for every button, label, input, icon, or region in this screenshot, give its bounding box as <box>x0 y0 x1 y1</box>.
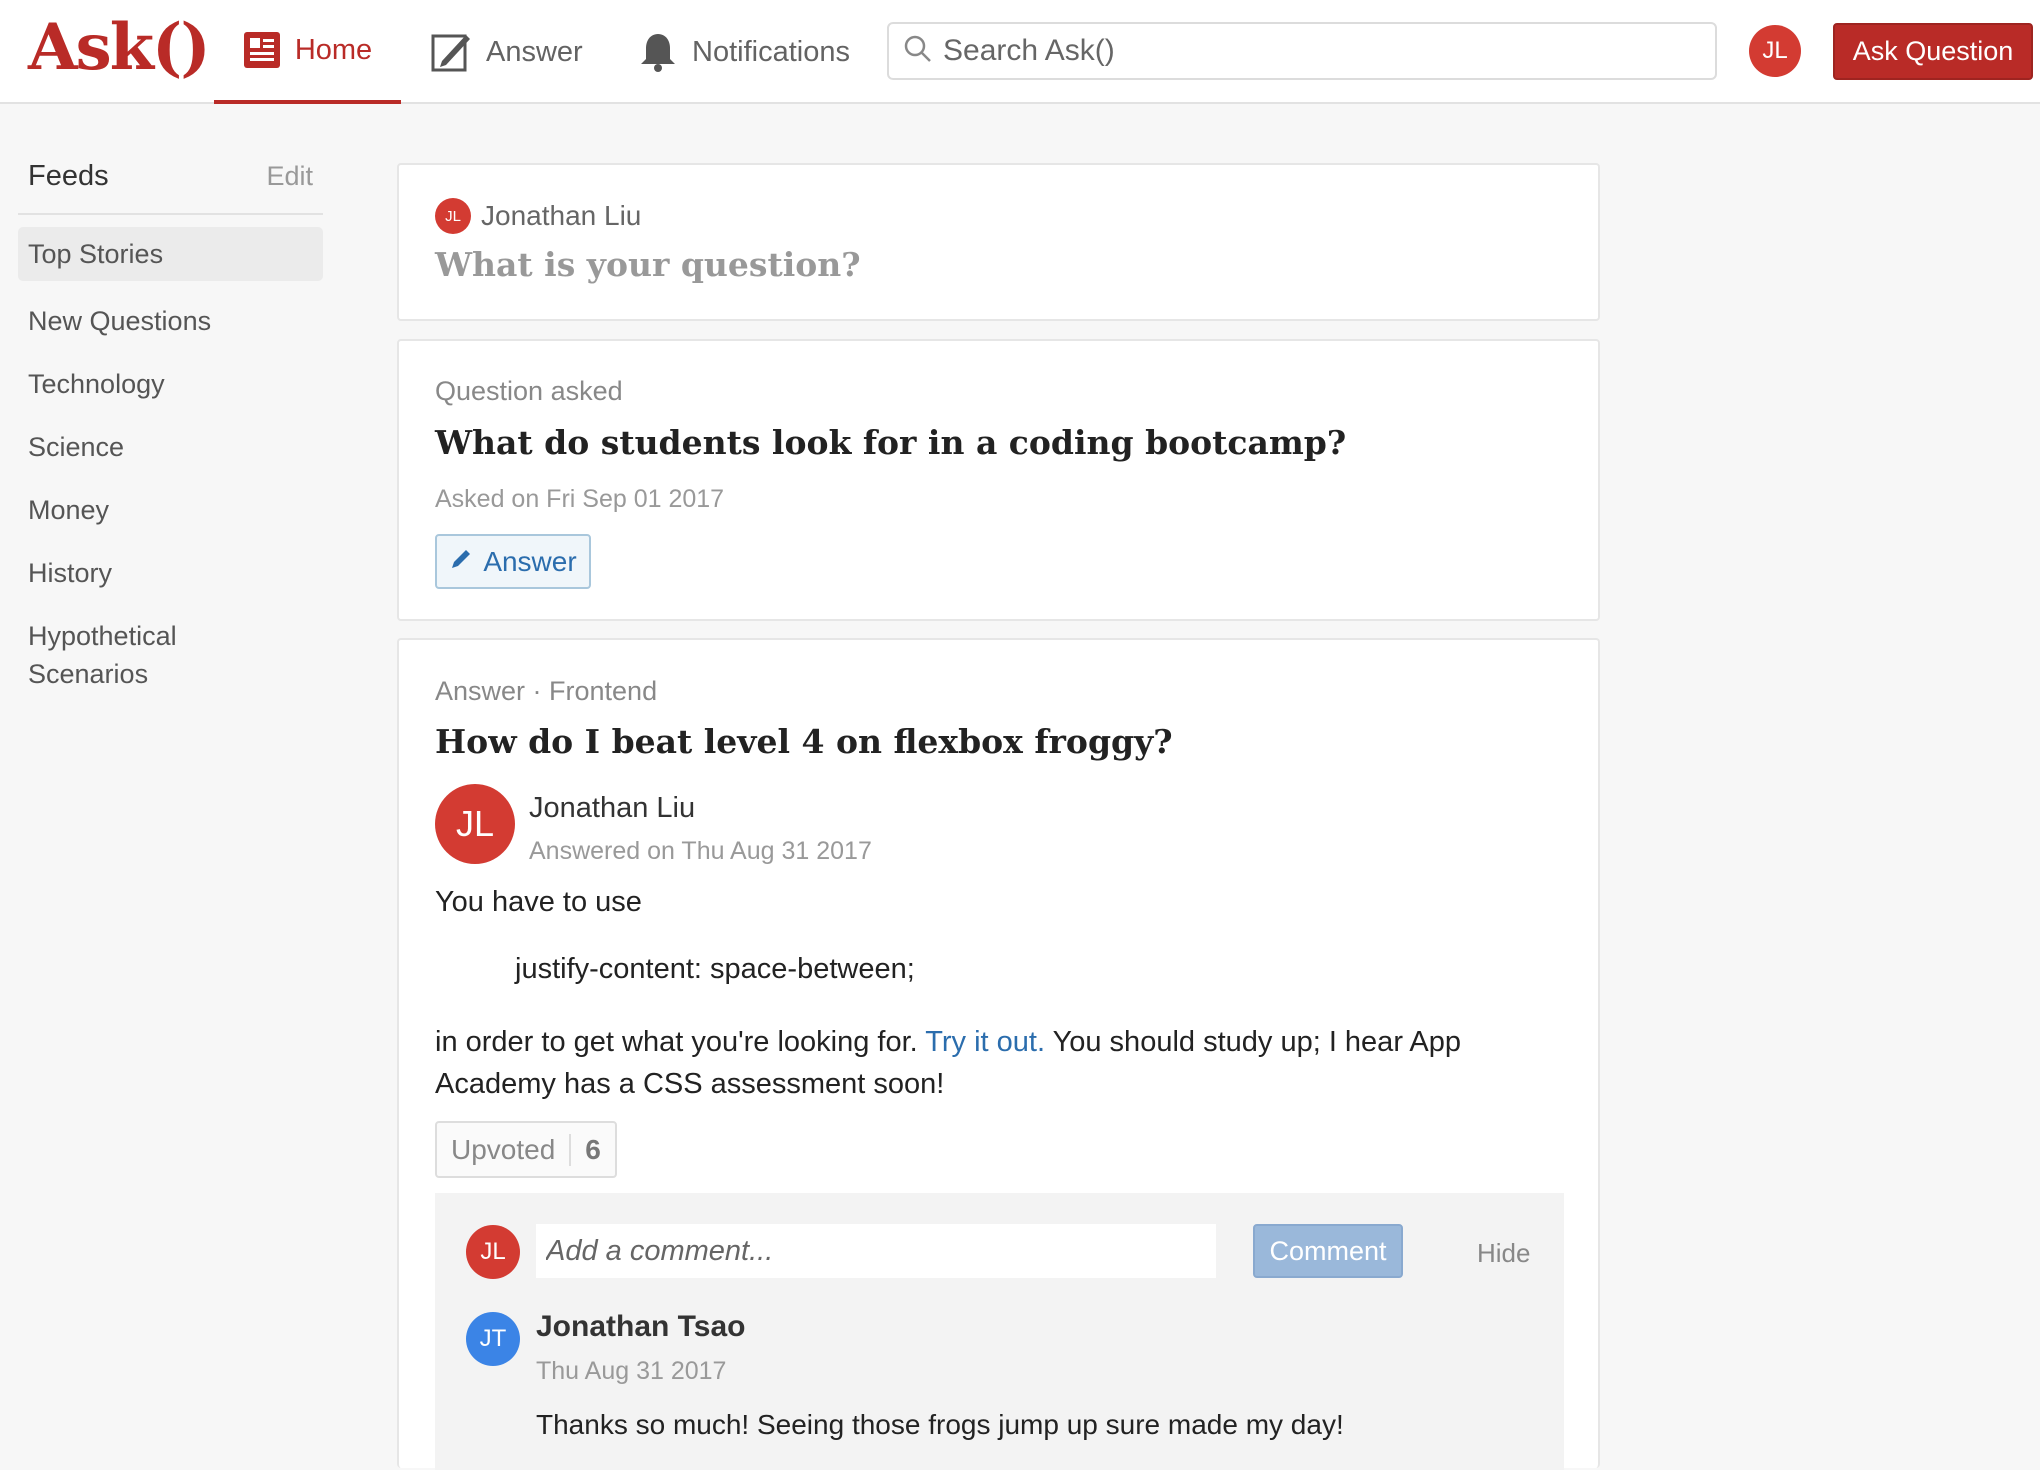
author-avatar[interactable]: JL <box>435 784 515 864</box>
answer-text-pre: in order to get what you're looking for. <box>435 1026 926 1058</box>
feed-item-hypothetical-scenarios[interactable]: Hypothetical Scenarios <box>18 617 238 693</box>
search-input[interactable] <box>943 34 1703 68</box>
feeds-sidebar: Feeds Edit Top Stories New Questions Tec… <box>18 160 323 718</box>
question-date: Asked on Fri Sep 01 2017 <box>435 485 725 513</box>
upvote-count: 6 <box>585 1133 601 1165</box>
feed-item-top-stories[interactable]: Top Stories <box>18 227 323 281</box>
feed-item-history[interactable]: History <box>18 554 323 592</box>
ask-user-name: Jonathan Liu <box>481 200 642 231</box>
comment-date: Thu Aug 31 2017 <box>536 1357 727 1385</box>
comment-author-name[interactable]: Jonathan Tsao <box>536 1310 745 1344</box>
comments-section: JL Comment Hide JT Jonathan Tsao Thu Aug… <box>435 1193 1564 1470</box>
answer-code: justify-content: space-between; <box>515 953 915 985</box>
ask-question-prompt[interactable]: What is your question? <box>435 245 861 284</box>
feed-item-science[interactable]: Science <box>18 428 323 466</box>
nav-home-label: Home <box>294 33 373 66</box>
nav-notifications[interactable]: Notifications <box>638 0 850 104</box>
comment-button[interactable]: Comment <box>1253 1224 1403 1278</box>
commenter-avatar: JL <box>466 1225 520 1279</box>
question-title[interactable]: What do students look for in a coding bo… <box>435 423 1346 462</box>
feed-item-technology[interactable]: Technology <box>18 365 323 403</box>
answer-button-label: Answer <box>483 545 577 577</box>
ask-user-avatar: JL <box>435 198 471 234</box>
answer-text-line1: You have to use <box>435 886 642 918</box>
search-box[interactable] <box>887 22 1717 80</box>
feeds-title: Feeds <box>28 160 109 192</box>
logo[interactable]: Ask() <box>28 10 211 85</box>
user-avatar[interactable]: JL <box>1749 25 1801 77</box>
author-name[interactable]: Jonathan Liu <box>529 792 872 825</box>
nav-home[interactable]: Home <box>214 0 401 104</box>
answer-text-line2: in order to get what you're looking for.… <box>435 1021 1565 1105</box>
question-label: Question asked <box>435 376 623 406</box>
edit-icon <box>430 31 472 73</box>
pencil-icon <box>449 546 473 578</box>
nav-answer[interactable]: Answer <box>430 0 583 104</box>
answer-author: JL Jonathan Liu Answered on Thu Aug 31 2… <box>435 784 872 866</box>
feeds-header: Feeds Edit <box>18 160 323 215</box>
comment-author-avatar[interactable]: JT <box>466 1312 520 1366</box>
news-icon <box>243 31 281 69</box>
nav-notifications-label: Notifications <box>692 35 850 68</box>
answer-card: Answer · Frontend How do I beat level 4 … <box>397 638 1600 1470</box>
bell-icon <box>638 31 678 73</box>
search-icon <box>903 34 933 69</box>
nav-answer-label: Answer <box>486 35 583 68</box>
answer-date: Answered on Thu Aug 31 2017 <box>529 837 872 865</box>
answer-label: Answer · Frontend <box>435 676 658 706</box>
comment-text: Thanks so much! Seeing those frogs jump … <box>536 1409 1344 1440</box>
top-header: Ask() Home Answer Notifications Search A… <box>0 0 2040 104</box>
answer-button[interactable]: Answer <box>435 534 591 589</box>
upvote-label: Upvoted <box>437 1133 572 1166</box>
answer-question-title[interactable]: How do I beat level 4 on flexbox froggy? <box>435 722 1173 761</box>
feeds-edit-link[interactable]: Edit <box>266 161 313 192</box>
ask-user-row: JL Jonathan Liu <box>435 198 641 234</box>
question-card: Question asked What do students look for… <box>397 339 1600 621</box>
feed-item-new-questions[interactable]: New Questions <box>18 302 323 340</box>
feed-item-money[interactable]: Money <box>18 491 323 529</box>
hide-comments-link[interactable]: Hide <box>1477 1238 1530 1269</box>
comment-input[interactable] <box>536 1224 1216 1278</box>
ask-question-button[interactable]: Ask Question <box>1833 23 2033 80</box>
ask-question-card[interactable]: JL Jonathan Liu What is your question? <box>397 163 1600 321</box>
upvote-button[interactable]: Upvoted 6 <box>435 1121 617 1178</box>
try-it-out-link[interactable]: Try it out. <box>925 1026 1045 1058</box>
